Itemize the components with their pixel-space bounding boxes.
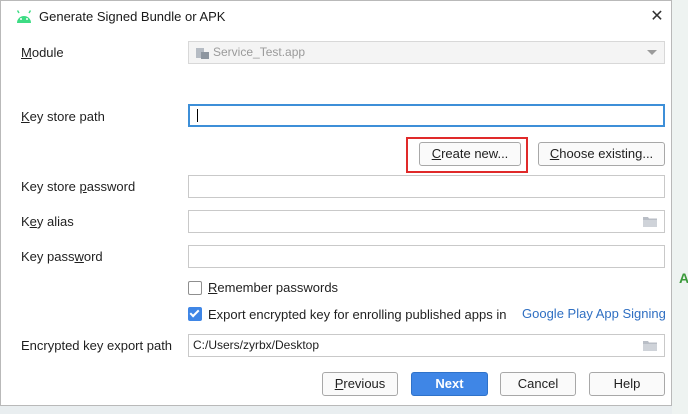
choose-existing-button[interactable]: Choose existing... [538,142,665,166]
google-play-app-signing-link[interactable]: Google Play App Signing [522,306,666,321]
key-alias-field[interactable] [188,210,665,233]
chevron-down-icon [647,50,657,55]
android-icon [16,10,32,23]
generate-signed-dialog: Generate Signed Bundle or APK ✕ Module S… [0,0,672,406]
keystore-path-label: Key store path [21,109,105,124]
export-key-label[interactable]: Export encrypted key for enrolling publi… [208,307,506,322]
close-icon: ✕ [650,8,664,25]
red-highlight-box [406,137,528,173]
label-part: assword [86,179,136,194]
mnemonic: M [21,45,32,60]
module-select[interactable]: Service_Test.app [188,41,665,64]
title-bar: Generate Signed Bundle or APK ✕ [1,1,671,33]
key-alias-label: Key alias [21,214,74,229]
mnemonic: w [74,249,84,264]
export-path-label: Encrypted key export path [21,338,173,353]
label-part: Key pass [21,249,75,264]
module-label: Module [21,45,64,60]
dialog-title: Generate Signed Bundle or APK [39,9,226,24]
keystore-path-input[interactable] [188,104,665,127]
remember-passwords-text: emember passwords [217,280,339,295]
text-caret [197,109,198,122]
module-label-text: odule [31,45,64,60]
cancel-button[interactable]: Cancel [500,372,576,396]
checkmark-icon [189,307,200,318]
keystore-password-field[interactable] [188,175,665,198]
key-password-label: Key password [21,249,103,264]
module-icon [196,48,209,59]
label-part: ord [83,249,103,264]
export-path-value: C:/Users/zyrbx/Desktop [193,338,320,352]
keystore-password-label: Key store password [21,179,135,194]
help-button[interactable]: Help [589,372,665,396]
previous-label: revious [343,376,386,391]
next-button[interactable]: Next [411,372,488,396]
mnemonic: K [21,109,30,124]
mnemonic: e [29,214,37,229]
remember-passwords-checkbox[interactable] [188,281,202,295]
mnemonic: C [549,146,560,161]
folder-icon[interactable] [643,216,657,227]
label-part: K [21,214,30,229]
previous-button[interactable]: Previous [322,372,398,396]
remember-passwords-label[interactable]: Remember passwords [208,280,338,295]
key-password-field[interactable] [188,245,665,268]
choose-existing-label: hoose existing... [559,146,654,161]
keystore-path-label-text: ey store path [29,109,105,124]
close-button[interactable]: ✕ [645,5,669,29]
export-key-checkbox[interactable] [188,307,202,321]
background-text: A [679,270,688,286]
module-value: Service_Test.app [213,45,306,59]
label-part: Key store [21,179,80,194]
mnemonic: p [79,179,87,194]
mnemonic: R [208,280,218,295]
label-part: y alias [36,214,74,229]
background-window [672,0,688,414]
export-path-field[interactable]: C:/Users/zyrbx/Desktop [188,334,665,357]
folder-icon[interactable] [643,340,657,351]
